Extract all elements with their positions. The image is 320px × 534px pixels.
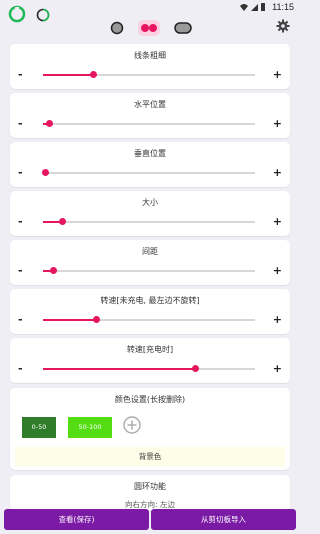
slider-fill: [43, 74, 94, 76]
decrease-button[interactable]: -: [18, 313, 23, 326]
view-save-button[interactable]: 查看(保存): [4, 509, 149, 530]
slider-track[interactable]: [43, 316, 255, 323]
slider-card-speed-charging: 转速[充电时] - +: [10, 338, 290, 383]
slider-label: 线条粗细: [134, 51, 166, 60]
slider-label: 大小: [142, 198, 158, 207]
status-time: 11:15: [272, 2, 294, 12]
slider-card-horizontal-position: 水平位置 - +: [10, 93, 290, 138]
loop-function-title: 圆环功能: [134, 482, 166, 491]
decrease-button[interactable]: -: [18, 166, 23, 179]
add-color-icon[interactable]: [123, 416, 141, 434]
slider-label: 间距: [142, 247, 158, 256]
slider-thumb[interactable]: [90, 71, 98, 78]
slider-label: 垂直位置: [134, 149, 166, 158]
decrease-button[interactable]: -: [18, 264, 23, 277]
gear-icon[interactable]: [276, 19, 290, 33]
slider-label: 水平位置: [134, 100, 166, 109]
ring-toggle-icon[interactable]: [34, 8, 52, 22]
color-settings-title: 颜色设置(长按删除): [114, 395, 186, 404]
slider-label: 转速[充电时]: [126, 345, 174, 354]
slider-fill: [43, 368, 196, 370]
slider-thumb[interactable]: [41, 169, 49, 176]
color-swatch-high[interactable]: 50-100: [68, 417, 112, 438]
slider-label: 转速[未充电, 最左边不旋转]: [100, 296, 200, 305]
slider-track[interactable]: [43, 218, 255, 225]
import-clipboard-button[interactable]: 从剪切板导入: [151, 509, 296, 530]
slider-thumb[interactable]: [50, 267, 58, 274]
slider-track[interactable]: [41, 169, 255, 176]
double-dot-mode-icon[interactable]: [138, 20, 160, 36]
slider-card-size: 大小 - +: [10, 191, 290, 236]
capsule-mode-icon[interactable]: [174, 22, 192, 34]
background-color-button[interactable]: 背景色: [15, 447, 285, 466]
increase-button[interactable]: +: [273, 166, 282, 179]
slider-thumb[interactable]: [192, 365, 200, 372]
slider-card-line-width: 线条粗细 - +: [10, 44, 290, 89]
decrease-button[interactable]: -: [18, 68, 23, 81]
wifi-battery-icon: [240, 3, 265, 11]
app-logo-icon: [8, 5, 26, 23]
slider-thumb[interactable]: [58, 218, 66, 225]
increase-button[interactable]: +: [273, 215, 282, 228]
slider-thumb[interactable]: [92, 316, 100, 323]
color-settings-card: 颜色设置(长按删除) 0-50 50-100 背景色: [10, 388, 290, 470]
increase-button[interactable]: +: [273, 264, 282, 277]
decrease-button[interactable]: -: [18, 117, 23, 130]
decrease-button[interactable]: -: [18, 362, 23, 375]
increase-button[interactable]: +: [273, 68, 282, 81]
loop-function-card: 圆环功能 向右方向: 左边: [10, 475, 290, 511]
slider-track[interactable]: [43, 365, 255, 372]
increase-button[interactable]: +: [273, 313, 282, 326]
increase-button[interactable]: +: [273, 362, 282, 375]
slider-card-spacing: 间距 - +: [10, 240, 290, 285]
color-swatch-low[interactable]: 0-50: [22, 417, 56, 438]
slider-track[interactable]: [43, 120, 255, 127]
slider-card-vertical-position: 垂直位置 - +: [10, 142, 290, 187]
increase-button[interactable]: +: [273, 117, 282, 130]
slider-thumb[interactable]: [45, 120, 53, 127]
slider-track[interactable]: [43, 267, 255, 274]
mode-selector: [108, 20, 198, 36]
decrease-button[interactable]: -: [18, 215, 23, 228]
dot-mode-icon[interactable]: [110, 21, 124, 35]
slider-card-speed-uncharged: 转速[未充电, 最左边不旋转] - +: [10, 289, 290, 334]
slider-track[interactable]: [43, 71, 255, 78]
slider-fill: [43, 319, 96, 321]
